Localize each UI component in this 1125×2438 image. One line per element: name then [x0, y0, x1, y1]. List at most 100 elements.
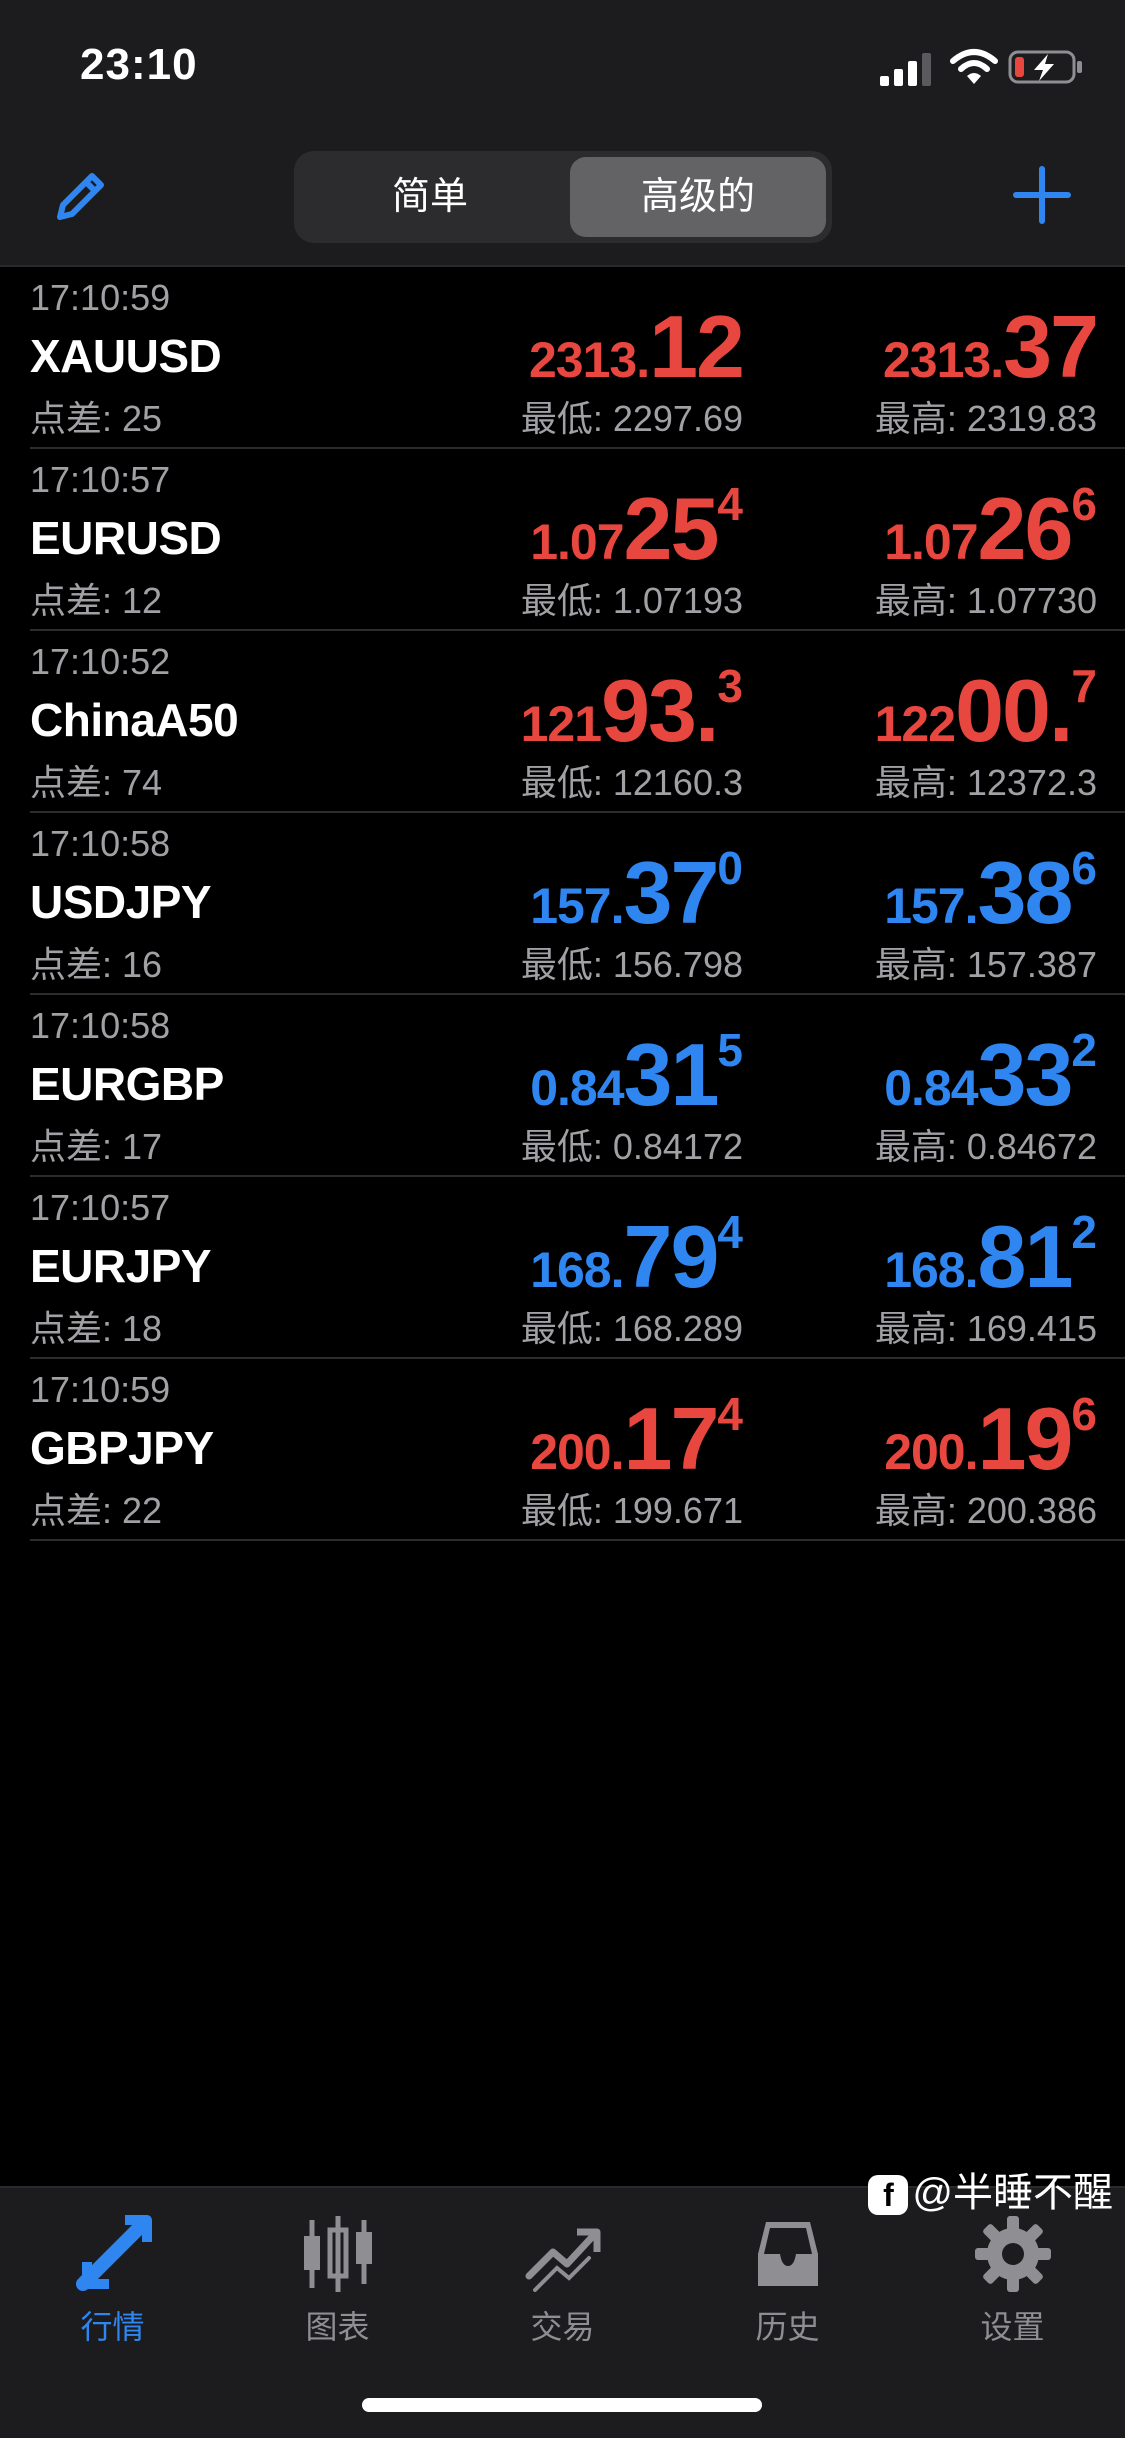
quote-high: 最高: 169.415 — [874, 1308, 1097, 1349]
bid-price-pips: 37 — [623, 843, 720, 942]
bid-price-fraction: 5 — [717, 1024, 743, 1076]
ask-price: 1.07266 — [884, 481, 1097, 573]
ask-price: 2313.37 — [882, 303, 1099, 391]
tab-chart[interactable]: 图表 — [225, 2214, 450, 2348]
quote-low: 最低: 168.289 — [520, 1308, 743, 1349]
quotes-icon — [75, 2215, 152, 2291]
ask-price-prefix: 2313. — [882, 332, 1004, 388]
quote-row-chinaa50[interactable]: 17:10:52 ChinaA50 点差: 74 12193.3 12200.7 最低: … — [30, 631, 1125, 813]
quote-symbol: EURJPY — [30, 1240, 212, 1292]
quote-high: 最高: 200.386 — [874, 1490, 1097, 1531]
bid-price-pips: 93. — [601, 661, 719, 760]
quote-spread: 点差: 74 — [30, 762, 163, 803]
home-indicator — [362, 2398, 762, 2412]
tab-label: 图表 — [305, 2309, 370, 2345]
bid-price-fraction: 4 — [717, 1206, 743, 1258]
quote-symbol: ChinaA50 — [30, 694, 239, 746]
bid-price-fraction: 4 — [717, 478, 743, 530]
quote-time: 17:10:57 — [30, 1187, 171, 1228]
ask-price: 168.812 — [884, 1209, 1097, 1301]
tab-quotes[interactable]: 行情 — [0, 2214, 225, 2348]
ask-price-prefix: 157. — [884, 878, 978, 934]
tab-history[interactable]: 历史 — [675, 2214, 900, 2348]
bid-price: 157.370 — [530, 845, 743, 937]
tab-label: 历史 — [755, 2309, 820, 2345]
quote-low: 最低: 156.798 — [520, 944, 743, 985]
ask-price-pips: 19 — [977, 1389, 1074, 1488]
ask-price: 157.386 — [884, 845, 1097, 937]
quote-low: 最低: 0.84172 — [520, 1126, 743, 1167]
quote-low: 最低: 2297.69 — [520, 398, 743, 439]
watermark: f @半睡不醒 — [868, 2160, 1113, 2218]
quote-symbol: GBPJPY — [30, 1422, 214, 1474]
segment-advanced[interactable]: 高级的 — [570, 157, 826, 237]
bid-price-prefix: 200. — [530, 1424, 624, 1480]
status-bar: 23:10 — [0, 0, 1125, 135]
quote-high: 最高: 0.84672 — [874, 1126, 1097, 1167]
edit-pencil-icon[interactable] — [50, 165, 112, 227]
bid-price: 168.794 — [530, 1209, 743, 1301]
segment-simple[interactable]: 简单 — [300, 157, 560, 237]
quote-time: 17:10:59 — [30, 1369, 171, 1410]
ask-price: 0.84332 — [884, 1027, 1097, 1119]
quote-low: 最低: 199.671 — [520, 1490, 743, 1531]
bid-price-prefix: 0.84 — [530, 1060, 624, 1116]
view-mode-segmented-control: 简单 高级的 — [294, 151, 832, 243]
bid-price-pips: 17 — [623, 1389, 720, 1488]
bid-price-fraction: 3 — [717, 660, 743, 712]
quote-time: 17:10:52 — [30, 641, 171, 682]
quote-spread: 点差: 16 — [30, 944, 163, 985]
quote-symbol: XAUUSD — [30, 330, 222, 382]
quote-row-gbpjpy[interactable]: 17:10:59 GBPJPY 点差: 22 200.174 200.196 最低: 19… — [30, 1359, 1125, 1541]
quote-row-eurjpy[interactable]: 17:10:57 EURJPY 点差: 18 168.794 168.812 最低: 16… — [30, 1177, 1125, 1359]
tab-settings[interactable]: 设置 — [900, 2214, 1125, 2348]
quote-row-eurusd[interactable]: 17:10:57 EURUSD 点差: 12 1.07254 1.07266 最低: 1.… — [30, 449, 1125, 631]
quote-row-xauusd[interactable]: 17:10:59 XAUUSD 点差: 25 2313.12 2313.37 最低: 22… — [30, 267, 1125, 449]
quote-time: 17:10:59 — [30, 277, 171, 318]
tab-label: 交易 — [530, 2309, 595, 2345]
ask-price-fraction: 2 — [1071, 1024, 1097, 1076]
quote-symbol: EURGBP — [30, 1058, 224, 1110]
quote-time: 17:10:58 — [30, 823, 171, 864]
ask-price: 200.196 — [884, 1391, 1097, 1483]
quote-high: 最高: 157.387 — [874, 944, 1097, 985]
bid-price-prefix: 121 — [520, 696, 602, 752]
nav-bar: 简单 高级的 — [0, 135, 1125, 267]
ask-price-fraction: 6 — [1071, 1388, 1097, 1440]
ask-price-pips: 81 — [977, 1207, 1074, 1306]
ask-price-fraction: 7 — [1071, 660, 1097, 712]
quote-row-eurgbp[interactable]: 17:10:58 EURGBP 点差: 17 0.84315 0.84332 最低: 0.… — [30, 995, 1125, 1177]
bid-price-pips: 79 — [623, 1207, 720, 1306]
add-icon[interactable] — [1012, 165, 1072, 225]
quote-high: 最高: 1.07730 — [874, 580, 1097, 621]
quote-symbol: EURUSD — [30, 512, 222, 564]
bid-price-prefix: 1.07 — [530, 514, 624, 570]
tab-trade[interactable]: 交易 — [450, 2214, 675, 2348]
quote-row-usdjpy[interactable]: 17:10:58 USDJPY 点差: 16 157.370 157.386 最低: 15… — [30, 813, 1125, 995]
quote-spread: 点差: 25 — [30, 398, 163, 439]
quote-high: 最高: 2319.83 — [874, 398, 1097, 439]
ask-price-pips: 38 — [977, 843, 1074, 942]
quote-spread: 点差: 12 — [30, 580, 163, 621]
cellular-signal-icon — [880, 53, 931, 86]
bid-price: 2313.12 — [528, 303, 745, 391]
bid-price: 200.174 — [530, 1391, 743, 1483]
tab-label: 设置 — [980, 2309, 1045, 2345]
trade-icon — [525, 2228, 600, 2292]
bid-price-prefix: 157. — [530, 878, 624, 934]
bid-price-pips: 25 — [623, 479, 720, 578]
bid-price-fraction: 4 — [717, 1388, 743, 1440]
ask-price-fraction: 2 — [1071, 1206, 1097, 1258]
quote-low: 最低: 12160.3 — [520, 762, 743, 803]
quote-time: 17:10:57 — [30, 459, 171, 500]
history-icon — [757, 2222, 818, 2286]
bid-price-prefix: 2313. — [528, 332, 650, 388]
ask-price-pips: 26 — [977, 479, 1074, 578]
watermark-logo-icon: f — [868, 2175, 909, 2216]
wifi-icon — [950, 49, 998, 84]
bid-price-pips: 31 — [623, 1025, 720, 1124]
bid-price: 12193.3 — [520, 663, 743, 755]
ask-price-prefix: 0.84 — [884, 1060, 978, 1116]
watermark-text: @半睡不醒 — [912, 2171, 1113, 2215]
quote-spread: 点差: 22 — [30, 1490, 163, 1531]
